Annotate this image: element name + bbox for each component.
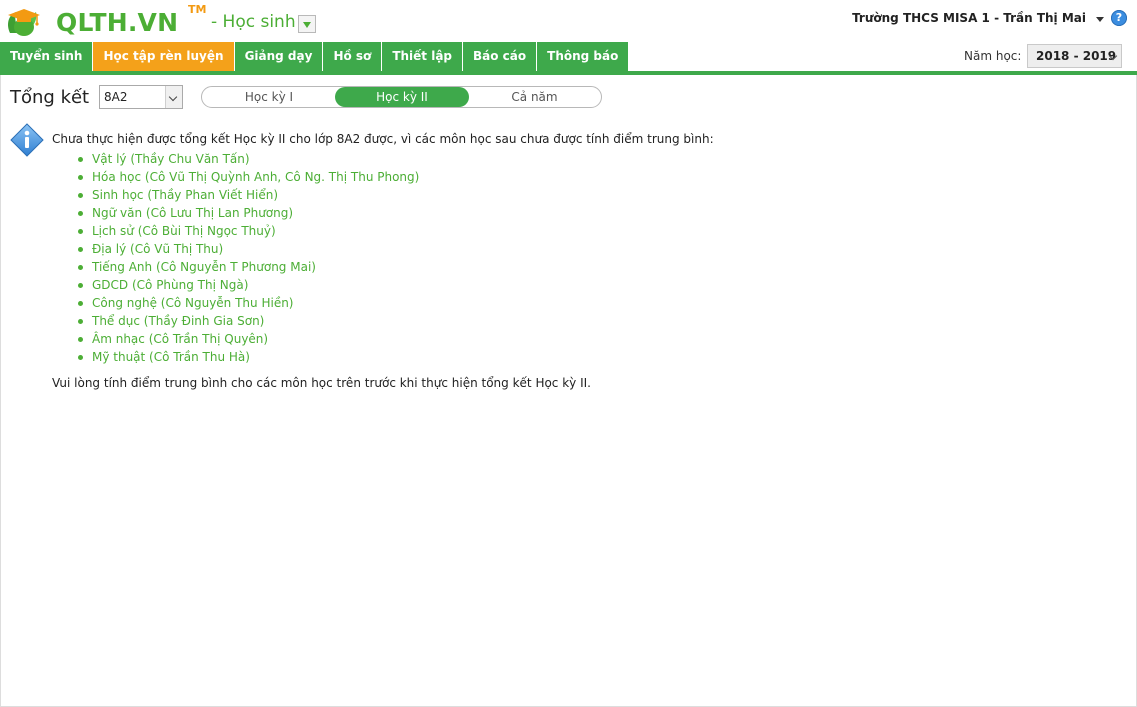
- help-icon[interactable]: ?: [1111, 10, 1127, 26]
- app-header: QLTH.VN TM - Học sinh Trường THCS MISA 1…: [0, 0, 1137, 42]
- list-item: Ngữ văn (Cô Lưu Thị Lan Phương): [77, 204, 419, 222]
- list-item: Hóa học (Cô Vũ Thị Quỳnh Anh, Cô Ng. Thị…: [77, 170, 420, 184]
- term-ca-nam[interactable]: Cả năm: [468, 87, 601, 107]
- chevron-down-icon[interactable]: [165, 86, 182, 108]
- list-item: Âm nhạc (Cô Trần Thị Quyên): [77, 330, 419, 348]
- class-select-value: 8A2: [104, 90, 128, 104]
- list-item: Sinh học (Thầy Phan Viết Hiển): [77, 186, 419, 204]
- tab-tuyen-sinh[interactable]: Tuyển sinh: [0, 42, 94, 71]
- class-select[interactable]: 8A2: [99, 85, 183, 109]
- logo-trademark: TM: [188, 3, 207, 16]
- tab-hoc-tap-ren-luyen[interactable]: Học tập rèn luyện: [93, 42, 235, 71]
- school-year-value: 2018 - 2019: [1036, 49, 1117, 63]
- nav-tabs: Tuyển sinh Học tập rèn luyện Giảng dạy H…: [0, 42, 630, 71]
- page-title: Tổng kết: [10, 87, 90, 108]
- instruction-message: Vui lòng tính điểm trung bình cho các mô…: [52, 376, 591, 390]
- info-icon: [10, 123, 44, 157]
- list-item: Mỹ thuật (Cô Trần Thu Hà): [77, 348, 419, 366]
- main-content: Tổng kết 8A2 Học kỳ I Học kỳ II Cả năm C…: [0, 75, 1137, 707]
- logo-text: QLTH.VN: [56, 7, 179, 37]
- list-item: Công nghệ (Cô Nguyễn Thu Hiền): [77, 294, 419, 312]
- subject-list: Vật lý (Thầy Chu Văn Tấn) Hóa học (Cô Vũ…: [77, 150, 420, 366]
- term-hoc-ky-1[interactable]: Học kỳ I: [202, 87, 336, 107]
- tab-ho-so[interactable]: Hồ sơ: [323, 42, 383, 71]
- term-switcher: Học kỳ I Học kỳ II Cả năm: [201, 86, 602, 108]
- tab-thong-bao[interactable]: Thông báo: [537, 42, 630, 71]
- user-school-name: Trường THCS MISA 1 - Trần Thị Mai: [852, 11, 1086, 25]
- list-item: Lịch sử (Cô Bùi Thị Ngọc Thuỷ): [77, 222, 419, 240]
- list-item: Thể dục (Thầy Đinh Gia Sơn): [77, 312, 419, 330]
- school-year-select[interactable]: 2018 - 2019: [1027, 44, 1122, 68]
- caret-down-icon: [1096, 16, 1104, 22]
- tab-giang-day[interactable]: Giảng dạy: [234, 42, 324, 71]
- tab-bao-cao[interactable]: Báo cáo: [463, 42, 538, 71]
- warning-message: Chưa thực hiện được tổng kết Học kỳ II c…: [52, 132, 714, 146]
- tab-thiet-lap[interactable]: Thiết lập: [382, 42, 464, 71]
- module-dropdown-button[interactable]: [298, 15, 316, 33]
- list-item: Vật lý (Thầy Chu Văn Tấn): [77, 150, 419, 168]
- list-item: GDCD (Cô Phùng Thị Ngà): [77, 276, 419, 294]
- user-menu[interactable]: Trường THCS MISA 1 - Trần Thị Mai: [852, 11, 1104, 25]
- app-logo[interactable]: QLTH.VN: [4, 3, 178, 39]
- logo-graduation-icon: [8, 9, 40, 36]
- list-item: Địa lý (Cô Vũ Thị Thu): [77, 240, 419, 258]
- module-title: - Học sinh: [211, 12, 296, 32]
- term-hoc-ky-2[interactable]: Học kỳ II: [335, 87, 469, 107]
- list-item: Tiếng Anh (Cô Nguyễn T Phương Mai): [77, 258, 419, 276]
- school-year-label: Năm học:: [964, 49, 1022, 63]
- main-nav: Tuyển sinh Học tập rèn luyện Giảng dạy H…: [0, 42, 1137, 75]
